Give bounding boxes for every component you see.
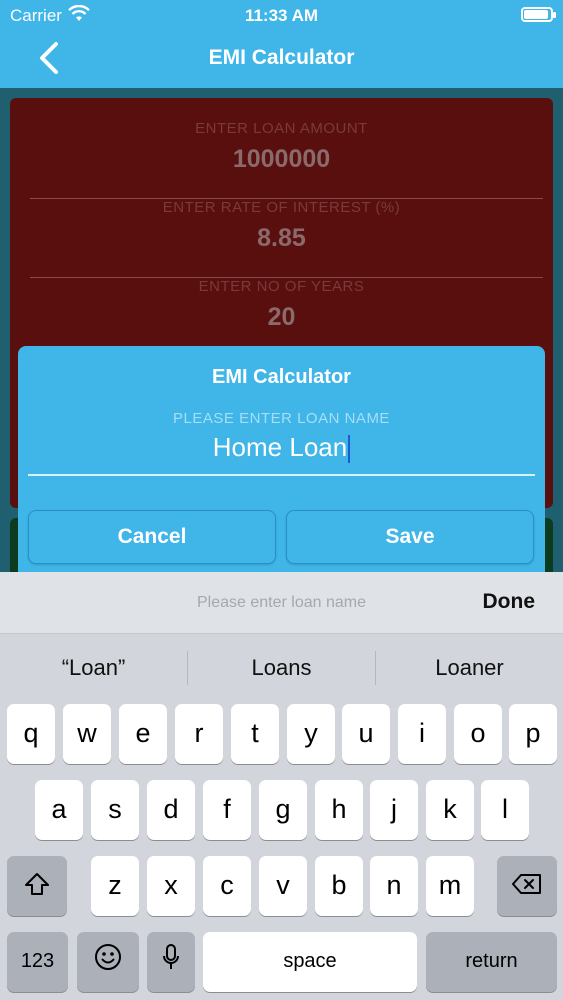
key-p[interactable]: p xyxy=(509,704,557,764)
nav-bar: EMI Calculator xyxy=(0,30,563,88)
key-f[interactable]: f xyxy=(203,780,251,840)
keyboard: Please enter loan name Done “Loan” Loans… xyxy=(0,572,563,1000)
key-x[interactable]: x xyxy=(147,856,195,916)
key-z[interactable]: z xyxy=(91,856,139,916)
key-v[interactable]: v xyxy=(259,856,307,916)
key-q[interactable]: q xyxy=(7,704,55,764)
emoji-key[interactable] xyxy=(77,932,139,992)
accessory-placeholder: Please enter loan name xyxy=(197,594,366,611)
save-button[interactable]: Save xyxy=(286,510,534,564)
key-i[interactable]: i xyxy=(398,704,446,764)
suggestion-bar: “Loan” Loans Loaner xyxy=(0,635,563,701)
rate-label: ENTER RATE OF INTEREST (%) xyxy=(162,199,401,216)
shift-key[interactable] xyxy=(7,856,67,916)
key-m[interactable]: m xyxy=(426,856,474,916)
key-s[interactable]: s xyxy=(91,780,139,840)
rate-field[interactable]: ENTER RATE OF INTEREST (%) 8.85 xyxy=(10,199,553,278)
loan-name-dialog: EMI Calculator PLEASE ENTER LOAN NAME Ho… xyxy=(18,346,545,582)
done-button[interactable]: Done xyxy=(483,590,536,614)
key-b[interactable]: b xyxy=(315,856,363,916)
dictation-key[interactable] xyxy=(147,932,195,992)
suggestion-item[interactable]: Loans xyxy=(188,655,375,681)
loan-amount-field[interactable]: ENTER LOAN AMOUNT 1000000 xyxy=(10,120,553,199)
loan-name-input[interactable]: Home Loan xyxy=(28,432,535,476)
loan-name-value: Home Loan xyxy=(212,432,348,462)
key-t[interactable]: t xyxy=(231,704,279,764)
key-g[interactable]: g xyxy=(259,780,307,840)
dialog-title: EMI Calculator xyxy=(212,366,351,388)
dialog-label: PLEASE ENTER LOAN NAME xyxy=(173,410,390,427)
space-key[interactable]: space xyxy=(203,932,417,992)
key-o[interactable]: o xyxy=(454,704,502,764)
battery-icon xyxy=(521,7,556,22)
delete-key[interactable] xyxy=(497,856,557,916)
status-time: 11:33 AM xyxy=(244,6,319,25)
key-l[interactable]: l xyxy=(481,780,529,840)
microphone-icon xyxy=(161,934,181,992)
key-j[interactable]: j xyxy=(370,780,418,840)
key-a[interactable]: a xyxy=(35,780,83,840)
keyboard-accessory-bar: Please enter loan name Done xyxy=(0,572,563,634)
return-key[interactable]: return xyxy=(426,932,557,992)
key-r[interactable]: r xyxy=(175,704,223,764)
key-e[interactable]: e xyxy=(119,704,167,764)
suggestion-item[interactable]: “Loan” xyxy=(0,655,187,681)
cancel-button[interactable]: Cancel xyxy=(28,510,276,564)
suggestion-item[interactable]: Loaner xyxy=(376,655,563,681)
key-k[interactable]: k xyxy=(426,780,474,840)
rate-value: 8.85 xyxy=(257,224,306,252)
key-c[interactable]: c xyxy=(203,856,251,916)
emoji-icon xyxy=(93,934,123,992)
numbers-key[interactable]: 123 xyxy=(7,932,68,992)
years-value: 20 xyxy=(267,303,296,331)
status-bar: Carrier 11:33 AM xyxy=(0,0,563,30)
key-n[interactable]: n xyxy=(370,856,418,916)
key-d[interactable]: d xyxy=(147,780,195,840)
top-bar: Carrier 11:33 AM EMI Calculator xyxy=(0,0,563,88)
loan-amount-value: 1000000 xyxy=(232,145,331,173)
key-y[interactable]: y xyxy=(287,704,335,764)
backspace-icon xyxy=(511,858,543,916)
key-h[interactable]: h xyxy=(315,780,363,840)
key-u[interactable]: u xyxy=(342,704,390,764)
loan-amount-label: ENTER LOAN AMOUNT xyxy=(195,120,368,137)
key-w[interactable]: w xyxy=(63,704,111,764)
shift-icon xyxy=(24,858,50,916)
page-title: EMI Calculator xyxy=(208,46,355,69)
text-caret xyxy=(348,435,351,464)
years-label: ENTER NO OF YEARS xyxy=(198,278,365,295)
years-field[interactable]: ENTER NO OF YEARS 20 xyxy=(10,278,553,357)
